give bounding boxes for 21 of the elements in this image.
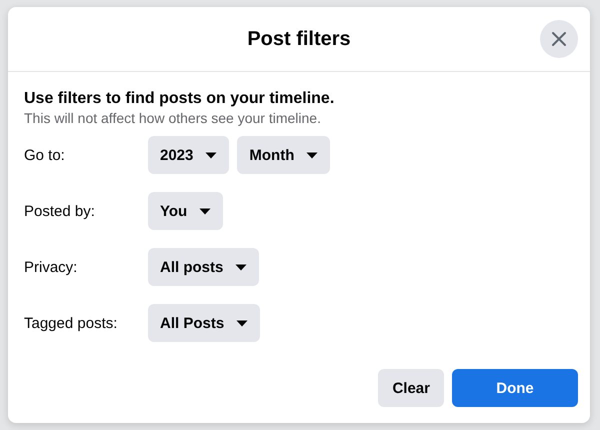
- dialog-subheading: This will not affect how others see your timeline.: [24, 110, 322, 126]
- done-button[interactable]: Done: [452, 369, 578, 407]
- filter-label: Tagged posts:: [24, 314, 118, 332]
- dialog-heading: Use filters to find posts on your timeline.: [24, 90, 336, 108]
- caret-icon: [205, 152, 218, 158]
- filter-dropdown[interactable]: 2023: [148, 136, 230, 174]
- caret-icon: [236, 320, 248, 326]
- caret-icon: [235, 264, 248, 270]
- filter-dropdown[interactable]: Month: [237, 136, 330, 174]
- clear-button[interactable]: Clear: [378, 369, 444, 407]
- filter-dropdown[interactable]: You: [148, 192, 224, 230]
- filter-dropdown[interactable]: All posts: [148, 248, 260, 286]
- filter-label: Posted by:: [24, 202, 96, 220]
- dialog-title: Post filters: [247, 28, 351, 50]
- filter-label: Go to:: [24, 146, 66, 164]
- close-icon: [551, 31, 567, 47]
- filter-label: Privacy:: [24, 258, 78, 276]
- filter-dropdown[interactable]: All Posts: [148, 304, 260, 342]
- caret-icon: [199, 208, 212, 214]
- close-button[interactable]: [540, 20, 578, 58]
- caret-icon: [306, 152, 318, 158]
